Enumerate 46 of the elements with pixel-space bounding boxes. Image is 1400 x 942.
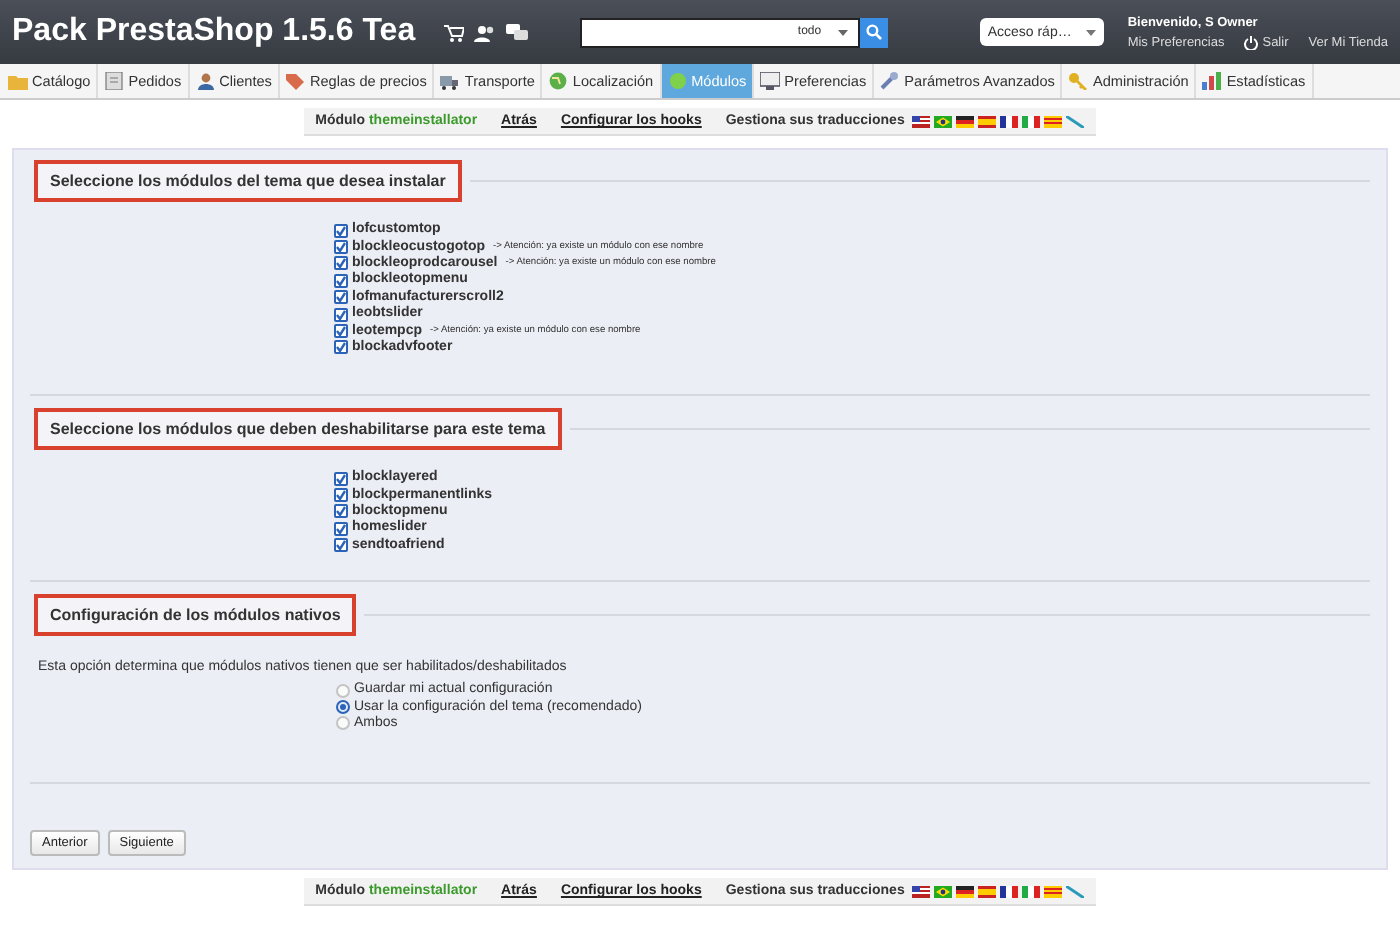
checkbox[interactable]	[334, 240, 348, 255]
checkbox[interactable]	[334, 340, 348, 355]
search-icon	[865, 24, 882, 40]
monitor-icon	[760, 72, 781, 90]
section-legend: Seleccione los módulos del tema que desea instalar	[34, 160, 462, 202]
app-title: Pack PrestaShop 1.5.6 Tea	[12, 14, 416, 50]
tag-icon	[285, 72, 306, 90]
radio-button[interactable]	[336, 683, 350, 698]
flag-icon[interactable]	[1000, 115, 1019, 127]
search-button[interactable]	[859, 17, 888, 47]
bar-chart-icon	[1202, 72, 1223, 90]
checkbox[interactable]	[334, 256, 348, 271]
flag-icon[interactable]	[912, 885, 931, 897]
person-icon	[195, 72, 216, 90]
checkbox[interactable]	[334, 273, 348, 288]
globe-icon	[548, 72, 569, 90]
caret-icon	[837, 29, 848, 35]
chat-bubbles-icon[interactable]	[505, 23, 528, 41]
cart-icon[interactable]	[443, 23, 464, 41]
checkbox[interactable]	[334, 538, 348, 553]
flag-icon[interactable]	[912, 115, 931, 127]
flag-icon[interactable]	[956, 115, 975, 127]
radio-button[interactable]	[336, 700, 350, 715]
power-icon	[1244, 35, 1259, 49]
checkbox[interactable]	[334, 504, 348, 519]
checkbox[interactable]	[334, 324, 348, 339]
checkbox[interactable]	[334, 290, 348, 305]
section-legend: Configuración de los módulos nativos	[34, 594, 357, 636]
checkbox[interactable]	[334, 521, 348, 536]
wrench-icon	[880, 72, 901, 90]
flag-icon[interactable]	[956, 885, 975, 897]
people-icon[interactable]	[473, 23, 496, 41]
radio-button[interactable]	[336, 716, 350, 731]
document-icon	[104, 72, 125, 90]
folder-icon	[8, 72, 28, 90]
key-icon	[1068, 72, 1089, 90]
truck-icon	[440, 72, 461, 90]
checkbox[interactable]	[334, 307, 348, 322]
checkbox[interactable]	[334, 223, 348, 238]
flag-icon[interactable]	[934, 885, 953, 897]
caret-icon	[1085, 29, 1096, 35]
section-legend: Seleccione los módulos que deben deshabilitarse para este tema	[34, 408, 562, 450]
checkbox[interactable]	[334, 488, 348, 503]
flag-icon[interactable]	[1000, 885, 1019, 897]
checkbox[interactable]	[334, 471, 348, 486]
flag-icon[interactable]	[934, 115, 953, 127]
